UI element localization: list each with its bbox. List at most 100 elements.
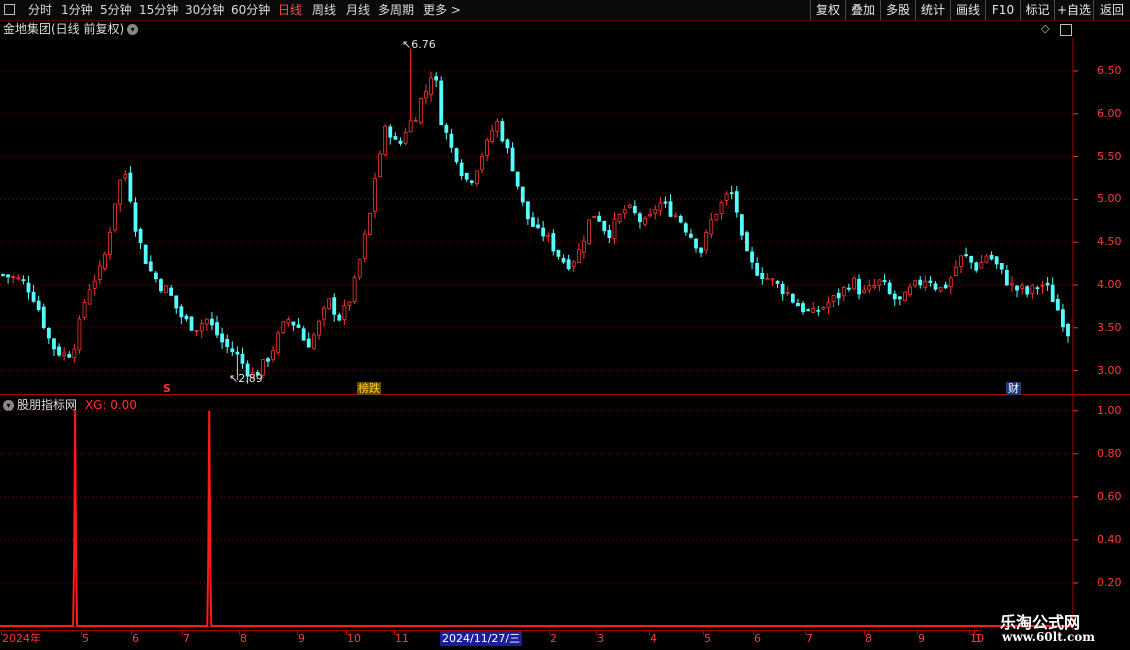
crosshair-date-box: 2024/11/27/三 [440,631,523,646]
time-tick-label: 8 [240,632,247,645]
candle-body [857,278,861,295]
stock-title[interactable]: 金地集团(日线 前复权) ▾ [3,21,139,37]
time-tick-label: 9 [918,632,925,645]
time-tick-label: 9 [298,632,305,645]
rank-marker[interactable]: 榜跌 [357,382,381,395]
candle-body [474,170,479,184]
mark-button[interactable]: 标记 [1020,0,1054,20]
draw-line-button[interactable]: 画线 [950,0,985,20]
diamond-icon[interactable]: ◇ [1041,22,1049,35]
candle-body [867,285,872,291]
candle-body [582,240,586,253]
chevron-down-icon[interactable]: ▾ [127,24,139,35]
candle-body [699,247,704,253]
tab-60min[interactable]: 60分钟 [231,0,270,20]
candle-body [918,279,923,286]
tab-5min[interactable]: 5分钟 [100,0,132,20]
candle-body [734,191,739,213]
candle-body [638,213,642,223]
price-tick-label: 4.50 [1097,235,1122,249]
layout-toggle-icon[interactable] [4,4,15,15]
candle-body [199,323,204,332]
candle-body [306,338,311,348]
candle-body [908,286,912,296]
candle-body [566,259,571,270]
candle-body [322,307,326,320]
tab-more[interactable]: 更多 > [423,0,461,20]
candle-body [62,352,67,356]
multi-stock-button[interactable]: 多股 [880,0,915,20]
time-tick-label: 4 [650,632,657,645]
tab-15min[interactable]: 15分钟 [139,0,178,20]
watermark-url: www.60lt.com [1002,630,1095,644]
candle-body [531,217,535,227]
candle-body [449,133,454,148]
add-watchlist-button[interactable]: +自选 [1054,0,1093,20]
candle-body [225,339,230,348]
candle-body [1055,298,1060,311]
time-tick [81,630,82,635]
candle-body [592,216,597,218]
tab-30min[interactable]: 30分钟 [185,0,224,20]
candle-body [143,244,148,264]
candle-body [480,155,484,170]
candle-body [831,295,836,303]
statistics-button[interactable]: 统计 [915,0,950,20]
candle-body [408,120,413,133]
candle-body [775,280,780,284]
time-tick-label: 1 [975,632,982,645]
candle-body [296,324,301,328]
price-tick-label: 5.00 [1097,192,1122,206]
candle-body [413,120,418,122]
candle-body [704,232,709,251]
indicator-tick-label: 0.80 [1097,446,1122,460]
candle-body [760,273,765,280]
finance-marker[interactable]: 财 [1006,382,1021,395]
candle-body [948,277,953,288]
candle-body [801,303,805,313]
time-tick-label: 11 [395,632,409,645]
price-tick-label: 3.50 [1097,320,1122,334]
indicator-chart[interactable] [0,396,1130,630]
candle-body [128,172,133,202]
candle-body [41,306,46,328]
tab-1min[interactable]: 1分钟 [61,0,93,20]
indicator-grid [0,410,1078,584]
candle-body [398,140,403,144]
time-tick [394,630,395,635]
candle-body [271,350,275,360]
candle-body [373,178,377,212]
candle-body [541,227,546,237]
candle-body [276,332,281,353]
candle-body [92,280,97,289]
candle-body [729,192,734,195]
tab-multi-period[interactable]: 多周期 [378,0,414,20]
candle-body [108,231,112,256]
tab-timeshare[interactable]: 分时 [28,0,52,20]
tab-weekly[interactable]: 周线 [312,0,336,20]
indicator-tick-label: 1.00 [1097,403,1122,417]
candle-body [418,98,423,123]
panel-toggle-icon[interactable] [1060,24,1072,36]
candle-body [72,348,77,359]
candle-body [510,147,515,172]
candle-body [393,136,398,140]
candle-body [551,233,556,252]
candle-body [648,213,653,217]
candle-body [943,284,948,289]
back-button[interactable]: 返回 [1093,0,1130,20]
tab-daily[interactable]: 日线 [278,0,302,20]
tab-monthly[interactable]: 月线 [346,0,370,20]
candle-body [388,126,393,138]
candle-body [286,319,291,324]
candlestick-chart[interactable] [0,38,1130,395]
candle-body [367,212,372,235]
price-tick-label: 6.00 [1097,106,1122,120]
candle-body [622,208,627,214]
f10-button[interactable]: F10 [985,0,1020,20]
s-marker[interactable]: S [163,382,171,395]
overlay-button[interactable]: 叠加 [845,0,880,20]
candle-body [796,302,800,307]
fuquan-button[interactable]: 复权 [810,0,845,20]
candle-body [683,223,688,233]
